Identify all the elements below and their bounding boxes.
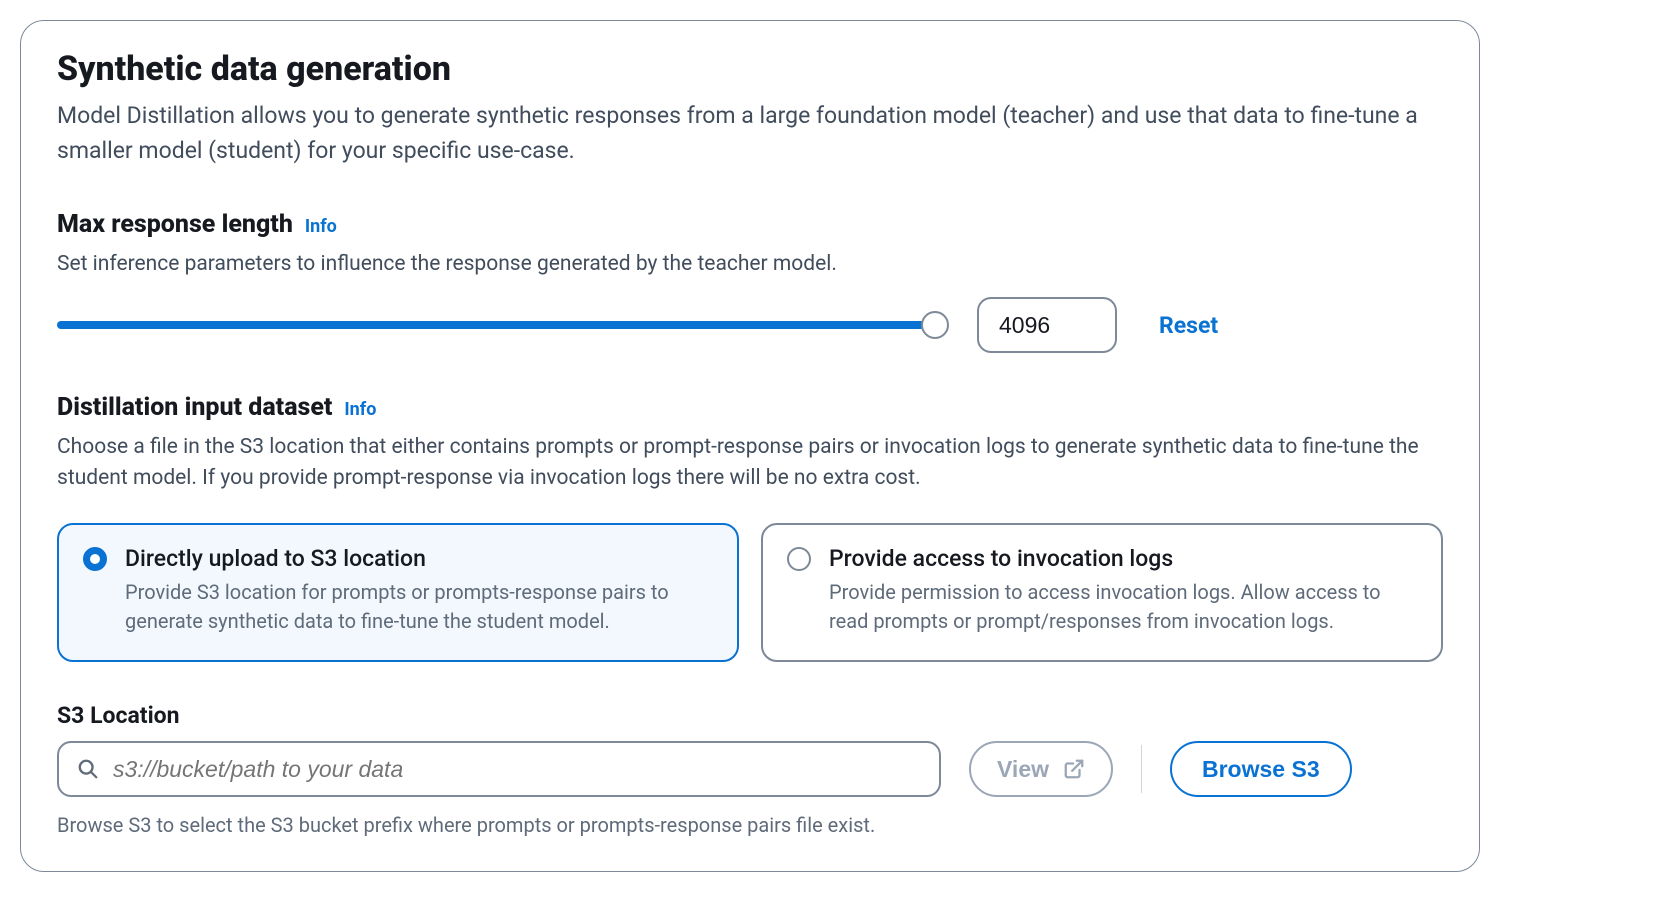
max-response-section: Max response length Info Set inference p… — [57, 210, 1443, 353]
max-response-controls: Reset — [57, 297, 1443, 353]
dataset-section: Distillation input dataset Info Choose a… — [57, 393, 1443, 662]
external-link-icon — [1063, 758, 1085, 780]
dataset-info-link[interactable]: Info — [344, 399, 376, 420]
option-title: Provide access to invocation logs — [829, 545, 1417, 572]
option-desc: Provide S3 location for prompts or promp… — [125, 578, 713, 636]
s3-location-label: S3 Location — [57, 702, 1443, 729]
max-response-slider[interactable] — [57, 311, 935, 339]
dataset-desc: Choose a file in the S3 location that ei… — [57, 432, 1443, 493]
search-icon — [77, 758, 99, 780]
option-title: Directly upload to S3 location — [125, 545, 713, 572]
option-invocation-logs[interactable]: Provide access to invocation logs Provid… — [761, 523, 1443, 662]
option-upload-s3[interactable]: Directly upload to S3 location Provide S… — [57, 523, 739, 662]
synthetic-data-card: Synthetic data generation Model Distilla… — [20, 20, 1480, 872]
dataset-heading: Distillation input dataset — [57, 393, 332, 422]
radio-icon — [83, 547, 107, 571]
dataset-options: Directly upload to S3 location Provide S… — [57, 523, 1443, 662]
view-button[interactable]: View — [969, 741, 1113, 797]
max-response-heading: Max response length — [57, 210, 293, 239]
s3-location-row: View Browse S3 — [57, 741, 1443, 797]
browse-s3-button[interactable]: Browse S3 — [1170, 741, 1352, 797]
option-desc: Provide permission to access invocation … — [829, 578, 1417, 636]
slider-thumb[interactable] — [921, 311, 949, 339]
slider-track — [57, 321, 935, 329]
radio-icon — [787, 547, 811, 571]
s3-helper-text: Browse S3 to select the S3 bucket prefix… — [57, 813, 1443, 837]
max-response-info-link[interactable]: Info — [305, 216, 337, 237]
max-response-value-input[interactable] — [977, 297, 1117, 353]
divider — [1141, 745, 1142, 793]
page-subtitle: Model Distillation allows you to generat… — [57, 99, 1443, 168]
s3-location-input[interactable] — [113, 756, 921, 783]
s3-location-section: S3 Location View Browse S3 Browse S3 to … — [57, 702, 1443, 837]
s3-location-input-wrap[interactable] — [57, 741, 941, 797]
view-button-label: View — [997, 756, 1049, 783]
max-response-desc: Set inference parameters to influence th… — [57, 249, 1443, 279]
page-title: Synthetic data generation — [57, 49, 1443, 89]
reset-button[interactable]: Reset — [1159, 312, 1218, 339]
